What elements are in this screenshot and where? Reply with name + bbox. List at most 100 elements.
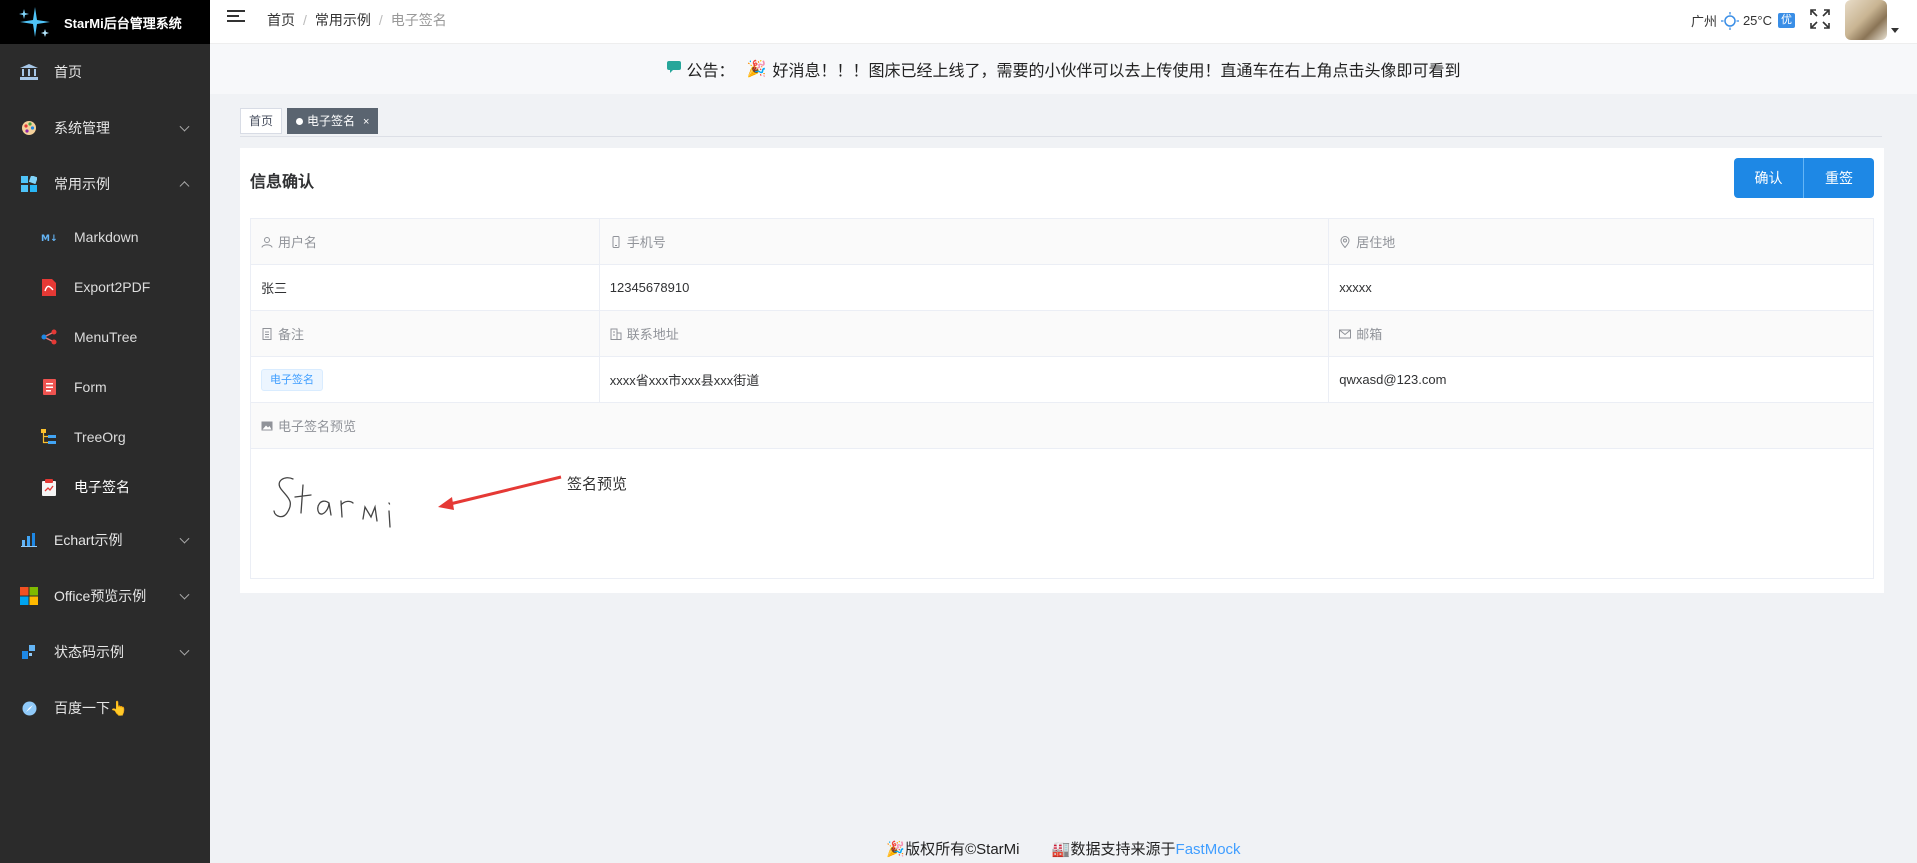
sidebar-item-system[interactable]: 系统管理	[0, 100, 210, 156]
remark-label-cell: 备注	[250, 310, 600, 357]
sidebar-item-label: 系统管理	[54, 120, 110, 136]
arrow-icon	[438, 475, 562, 510]
info-table: 用户名 手机号 居住地 张三 12345678910 xxxxx 备注 联系地址…	[250, 218, 1874, 579]
signature-image	[273, 477, 391, 528]
remark-label: 备注	[278, 327, 305, 342]
fastmock-link[interactable]: FastMock	[1176, 841, 1241, 858]
sidebar-item-label: Echart示例	[54, 532, 123, 548]
breadcrumb: 首页 / 常用示例 / 电子签名	[267, 12, 447, 28]
svg-text:M↓: M↓	[41, 234, 57, 242]
tab-signature[interactable]: 电子签名 ×	[287, 108, 379, 134]
tab-label: 首页	[249, 114, 274, 128]
picture-icon	[261, 420, 273, 432]
copyright-text: 版权所有©StarMi	[905, 841, 1020, 858]
tags-view: 首页 电子签名 ×	[240, 108, 383, 134]
sidebar-item-label: TreeOrg	[74, 429, 126, 445]
card-title: 信息确认	[250, 174, 315, 191]
weather-temperature: 25°C	[1742, 13, 1772, 28]
party-icon: 🎉	[746, 61, 767, 78]
menu-collapse-icon[interactable]	[227, 10, 245, 26]
form-icon	[40, 378, 58, 396]
tab-home[interactable]: 首页	[240, 108, 283, 134]
share-icon	[40, 328, 58, 346]
markdown-icon: M↓	[40, 228, 58, 246]
sidebar-item-examples[interactable]: 常用示例	[0, 156, 210, 212]
table-row: 电子签名 xxxx省xxx市xxx县xxx街道 qwxasd@123.com	[250, 356, 1874, 403]
tree-icon	[40, 428, 58, 446]
sidebar-item-home[interactable]: 首页	[0, 44, 210, 100]
compass-icon	[20, 699, 38, 717]
signature-annotation: 签名预览	[567, 476, 628, 493]
preview-label: 电子签名预览	[278, 419, 357, 434]
active-dot-icon	[296, 118, 304, 125]
residence-label-cell: 居住地	[1328, 218, 1874, 265]
user-avatar[interactable]	[1845, 0, 1887, 40]
sidebar-subitem-markdown[interactable]: M↓ Markdown	[0, 212, 210, 262]
caret-down-icon[interactable]	[1891, 28, 1899, 33]
action-buttons: 确认 重签	[1734, 158, 1874, 198]
user-icon	[261, 236, 273, 248]
sidebar-item-label: Markdown	[74, 229, 139, 245]
username-value: 张三	[250, 264, 600, 311]
sidebar-subitem-signature[interactable]: 电子签名	[0, 462, 210, 512]
breadcrumb-examples[interactable]: 常用示例	[315, 12, 371, 28]
sun-icon	[1720, 11, 1739, 30]
mobile-icon	[610, 236, 622, 248]
sidebar-item-status[interactable]: 状态码示例	[0, 624, 210, 680]
sidebar-subitem-export2pdf[interactable]: Export2PDF	[0, 262, 210, 312]
sidebar-subitem-treeorg[interactable]: TreeOrg	[0, 412, 210, 462]
divider	[240, 136, 1882, 137]
sidebar-subitem-menutree[interactable]: MenuTree	[0, 312, 210, 362]
table-row: 用户名 手机号 居住地	[250, 218, 1874, 265]
username-label: 用户名	[278, 235, 318, 250]
sidebar-item-label: 电子签名	[74, 479, 130, 495]
phone-label-cell: 手机号	[598, 218, 1330, 265]
status-icon	[20, 643, 38, 661]
footer: 🎉版权所有©StarMi 🏭数据支持来源于FastMock	[210, 838, 1917, 859]
confirm-button[interactable]: 确认	[1734, 158, 1804, 198]
email-label-cell: 邮箱	[1328, 310, 1874, 357]
breadcrumb-current: 电子签名	[390, 12, 447, 28]
sidebar-item-office[interactable]: Office预览示例	[0, 568, 210, 624]
table-row: 电子签名预览	[250, 402, 1874, 449]
chevron-down-icon	[179, 121, 190, 132]
email-value: qwxasd@123.com	[1328, 356, 1874, 403]
remark-tag: 电子签名	[261, 368, 323, 391]
sidebar-item-label: 百度一下👆	[54, 700, 128, 716]
pdf-icon	[40, 278, 58, 296]
document-icon	[261, 328, 273, 340]
sidebar-item-label: Export2PDF	[74, 279, 151, 295]
table-row: 张三 12345678910 xxxxx	[250, 264, 1874, 311]
table-row: 签名预览	[250, 448, 1874, 579]
bar-chart-icon	[20, 531, 38, 549]
app-logo[interactable]: StarMi后台管理系统	[0, 0, 210, 44]
address-label-cell: 联系地址	[598, 310, 1330, 357]
close-icon[interactable]: ×	[363, 116, 369, 128]
chevron-up-icon	[179, 181, 190, 192]
address-label: 联系地址	[626, 327, 679, 342]
aqi-badge: 优	[1778, 13, 1795, 28]
resign-button[interactable]: 重签	[1804, 158, 1874, 198]
phone-label: 手机号	[626, 235, 666, 250]
sidebar-item-echart[interactable]: Echart示例	[0, 512, 210, 568]
bank-icon	[20, 63, 38, 81]
preview-label-cell: 电子签名预览	[250, 402, 1874, 449]
sidebar-item-label: Office预览示例	[54, 588, 147, 604]
sidebar-item-label: 状态码示例	[54, 644, 124, 660]
palette-icon	[20, 119, 38, 137]
table-row: 备注 联系地址 邮箱	[250, 310, 1874, 357]
data-source-text: 数据支持来源于	[1070, 841, 1176, 858]
sidebar-item-label: 常用示例	[54, 176, 110, 192]
remark-value-cell: 电子签名	[250, 356, 600, 403]
sidebar-subitem-form[interactable]: Form	[0, 362, 210, 412]
announcement-bar: 公告： 🎉 好消息！！！图床已经上线了，需要的小伙伴可以去上传使用！直通车在右上…	[210, 44, 1917, 94]
sidebar-item-label: 首页	[54, 64, 82, 80]
breadcrumb-home[interactable]: 首页	[267, 12, 295, 28]
chat-icon	[666, 60, 681, 78]
sidebar-item-baidu[interactable]: 百度一下👆	[0, 680, 210, 736]
blocks-icon	[20, 175, 38, 193]
party-icon: 🎉	[886, 841, 906, 858]
fullscreen-icon[interactable]	[1809, 8, 1831, 30]
residence-value: xxxxx	[1328, 264, 1874, 311]
app-title: StarMi后台管理系统	[64, 15, 182, 31]
